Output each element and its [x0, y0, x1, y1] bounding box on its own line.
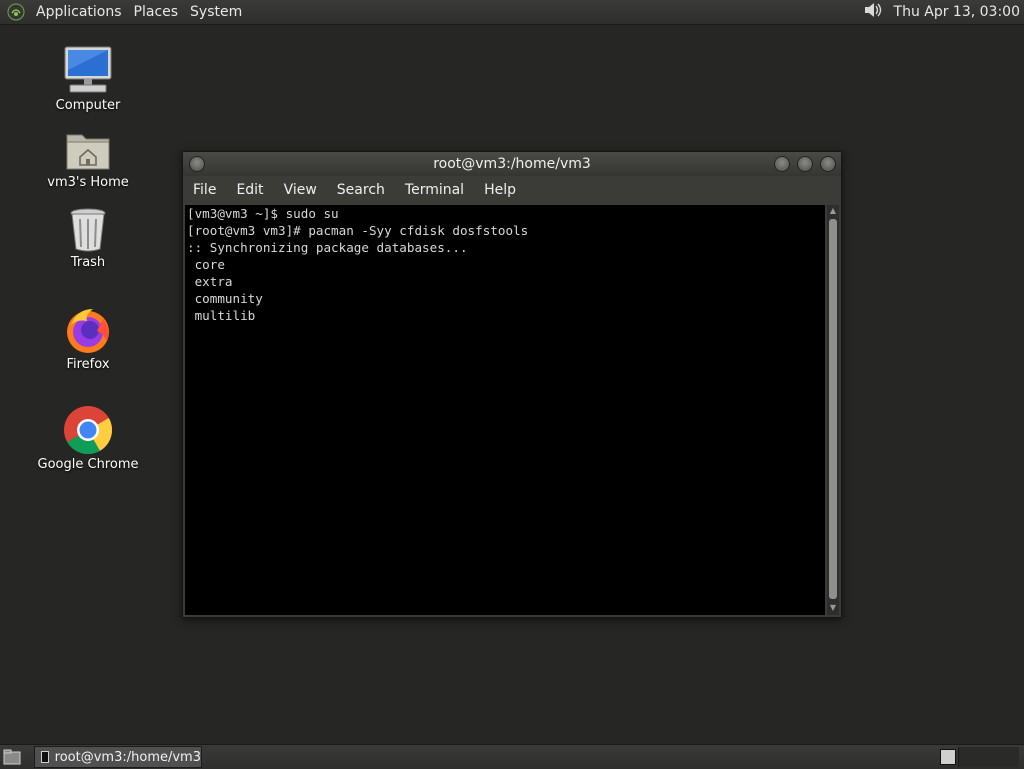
show-desktop-icon[interactable]	[3, 749, 21, 765]
minimize-icon[interactable]	[774, 156, 790, 172]
desktop-icon-label: Computer	[55, 98, 121, 113]
window-menubar: File Edit View Search Terminal Help	[183, 176, 841, 204]
terminal-line: community	[187, 291, 263, 306]
window-titlebar[interactable]: root@vm3:/home/vm3	[183, 152, 841, 176]
menu-view[interactable]: View	[274, 176, 327, 204]
desktop-icon-label: Trash	[70, 255, 106, 270]
desktop-icon-label: vm3's Home	[47, 175, 129, 190]
firefox-icon	[67, 309, 109, 353]
trash-icon	[70, 208, 106, 252]
terminal-scrollbar[interactable]: ▲ ▼	[827, 205, 839, 615]
gnome-foot-icon[interactable]	[6, 2, 26, 22]
scroll-up-icon[interactable]: ▲	[828, 206, 838, 216]
menu-search[interactable]: Search	[327, 176, 395, 204]
desktop-icon-label: Google Chrome	[37, 457, 139, 472]
desktop-icon-label: Firefox	[66, 357, 110, 372]
terminal-line: core	[187, 257, 225, 272]
menu-edit[interactable]: Edit	[226, 176, 273, 204]
terminal-line: multilib	[187, 308, 256, 323]
menu-terminal[interactable]: Terminal	[395, 176, 474, 204]
terminal-line: :: Synchronizing package databases...	[187, 240, 468, 255]
terminal-line: [root@vm3 vm3]# pacman -Syy cfdisk dosfs…	[187, 223, 529, 238]
close-icon[interactable]	[820, 156, 836, 172]
terminal-icon	[41, 751, 49, 763]
desktop-icon-home[interactable]: vm3's Home	[33, 127, 143, 190]
desktop-icon-firefox[interactable]: Firefox	[33, 305, 143, 372]
desktop-icon-chrome[interactable]: Google Chrome	[33, 405, 143, 472]
window-title: root@vm3:/home/vm3	[433, 156, 591, 172]
maximize-icon[interactable]	[797, 156, 813, 172]
computer-icon	[64, 46, 112, 93]
scroll-down-icon[interactable]: ▼	[828, 603, 838, 613]
workspace-switcher-1[interactable]	[940, 749, 956, 765]
system-menu[interactable]: System	[184, 0, 248, 24]
places-menu[interactable]: Places	[128, 0, 185, 24]
applications-menu[interactable]: Applications	[30, 0, 128, 24]
desktop-icon-computer[interactable]: Computer	[33, 44, 143, 113]
menu-file[interactable]: File	[183, 176, 226, 204]
top-panel: Applications Places System Thu Apr 13, 0…	[0, 0, 1024, 25]
terminal-line: extra	[187, 274, 233, 289]
bottom-panel: root@vm3:/home/vm3	[0, 744, 1024, 769]
taskbar-label: root@vm3:/home/vm3	[54, 749, 201, 765]
terminal-window[interactable]: root@vm3:/home/vm3 File Edit View Search…	[182, 151, 842, 618]
chrome-icon	[64, 406, 113, 455]
desktop-icon-trash[interactable]: Trash	[33, 207, 143, 270]
menu-help[interactable]: Help	[474, 176, 526, 204]
terminal-output[interactable]: [vm3@vm3 ~]$ sudo su [root@vm3 vm3]# pac…	[185, 205, 825, 615]
volume-icon[interactable]	[862, 0, 884, 24]
workspace-switcher-2[interactable]	[958, 747, 1019, 767]
scrollbar-thumb[interactable]	[829, 219, 837, 599]
terminal-line: [vm3@vm3 ~]$ sudo su	[187, 206, 339, 221]
taskbar-terminal-button[interactable]: root@vm3:/home/vm3	[34, 746, 202, 768]
clock[interactable]: Thu Apr 13, 03:00	[894, 4, 1020, 20]
home-folder-icon	[66, 134, 110, 170]
